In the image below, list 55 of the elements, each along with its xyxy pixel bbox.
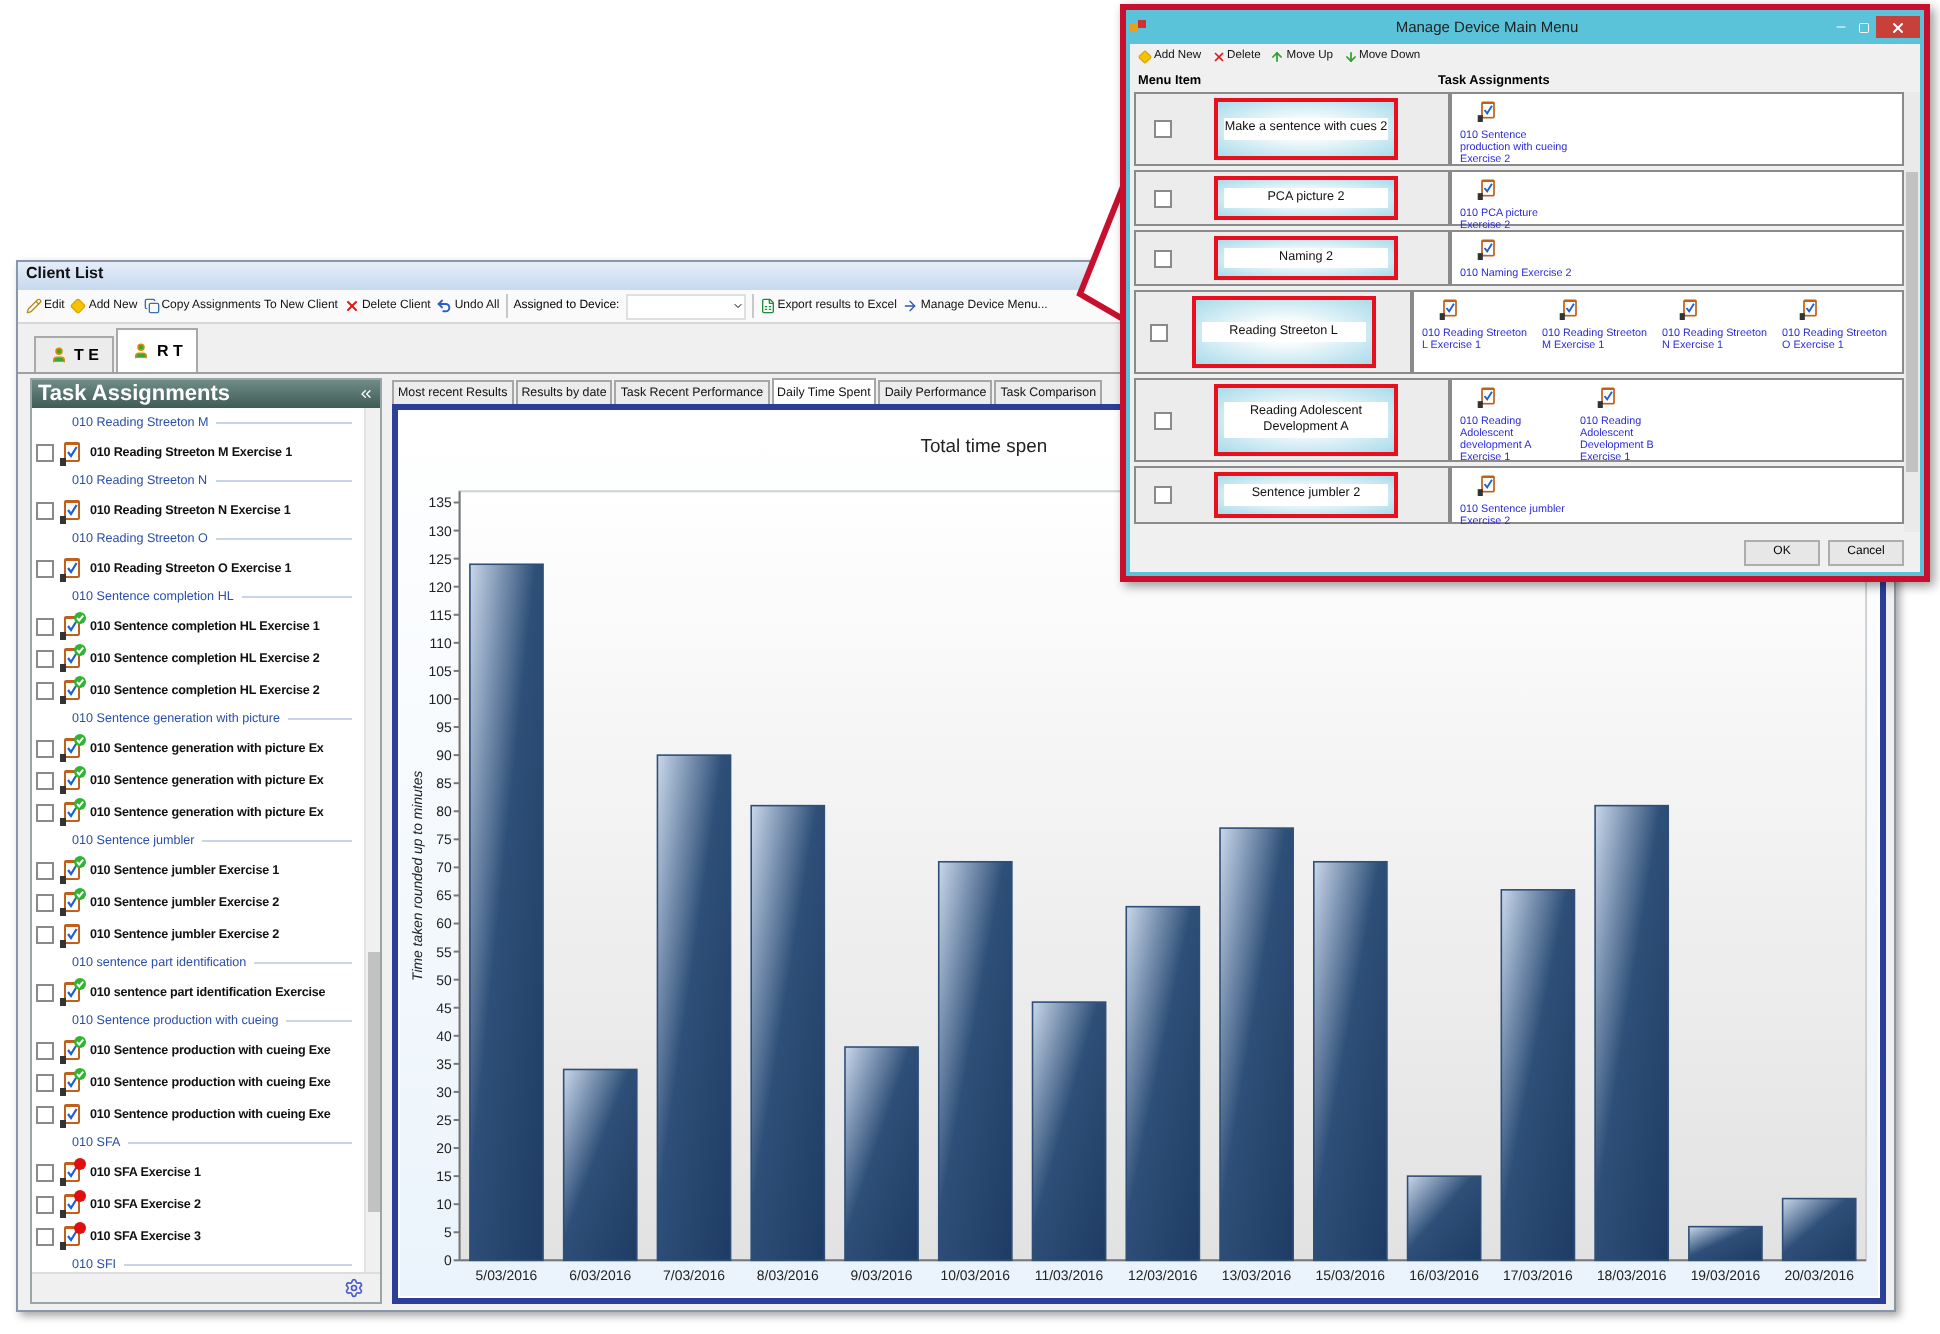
delete-icon bbox=[343, 298, 360, 314]
checkbox[interactable] bbox=[36, 443, 54, 461]
copy-icon bbox=[143, 298, 160, 314]
checkbox[interactable] bbox=[36, 681, 54, 699]
scrollbar[interactable] bbox=[364, 408, 380, 1272]
user-icon bbox=[50, 346, 68, 364]
checkbox[interactable] bbox=[36, 1227, 54, 1245]
checkbox[interactable] bbox=[36, 893, 54, 911]
checkbox[interactable] bbox=[36, 739, 54, 757]
scrollbar[interactable] bbox=[1904, 92, 1920, 532]
bar bbox=[1781, 1197, 1857, 1262]
checkbox[interactable] bbox=[36, 925, 54, 943]
settings-icon[interactable] bbox=[344, 1278, 364, 1298]
user-icon bbox=[132, 342, 151, 360]
checkbox[interactable] bbox=[36, 501, 54, 519]
caret-icon bbox=[731, 300, 744, 312]
checkbox[interactable] bbox=[1153, 411, 1171, 429]
arrow-icon bbox=[902, 298, 919, 314]
maximize-icon bbox=[1858, 21, 1870, 33]
checkbox[interactable] bbox=[36, 1163, 54, 1181]
checkbox[interactable] bbox=[36, 1195, 54, 1213]
bar bbox=[1688, 1225, 1763, 1262]
app-icon bbox=[1130, 19, 1146, 35]
spreadsheet-icon bbox=[759, 298, 776, 314]
close-button[interactable] bbox=[1876, 16, 1920, 38]
diamond-icon bbox=[70, 298, 87, 314]
checkbox[interactable] bbox=[36, 1041, 54, 1059]
collapse-icon[interactable] bbox=[358, 386, 374, 402]
client-tab[interactable]: R T bbox=[116, 328, 199, 372]
checkbox[interactable] bbox=[1153, 249, 1171, 267]
pencil-icon bbox=[26, 298, 42, 314]
checkbox[interactable] bbox=[1153, 189, 1171, 207]
diamond-icon bbox=[1138, 49, 1152, 63]
checkbox[interactable] bbox=[36, 1105, 54, 1123]
chart-title: Total time spen bbox=[920, 433, 1048, 456]
checkbox[interactable] bbox=[36, 617, 54, 635]
minimize-icon bbox=[1833, 20, 1847, 34]
checkbox[interactable] bbox=[36, 559, 54, 577]
delete-icon bbox=[1211, 49, 1226, 63]
panel-title: Task Assignments bbox=[38, 382, 230, 406]
close-icon bbox=[1890, 19, 1906, 35]
checkbox[interactable] bbox=[1149, 323, 1168, 341]
checkbox[interactable] bbox=[36, 803, 54, 821]
checkbox[interactable] bbox=[1153, 486, 1171, 504]
client-tab[interactable]: T E bbox=[34, 336, 115, 372]
checkbox[interactable] bbox=[36, 771, 54, 789]
checkbox[interactable] bbox=[36, 983, 54, 1001]
arrow-up-icon bbox=[1270, 49, 1285, 63]
checkbox[interactable] bbox=[36, 649, 54, 667]
bar bbox=[1406, 1175, 1482, 1262]
checkbox[interactable] bbox=[36, 1073, 54, 1091]
checkbox[interactable] bbox=[36, 861, 54, 879]
undo-icon bbox=[436, 298, 453, 314]
checkbox[interactable] bbox=[1153, 120, 1171, 138]
arrow-down-icon bbox=[1343, 49, 1357, 63]
